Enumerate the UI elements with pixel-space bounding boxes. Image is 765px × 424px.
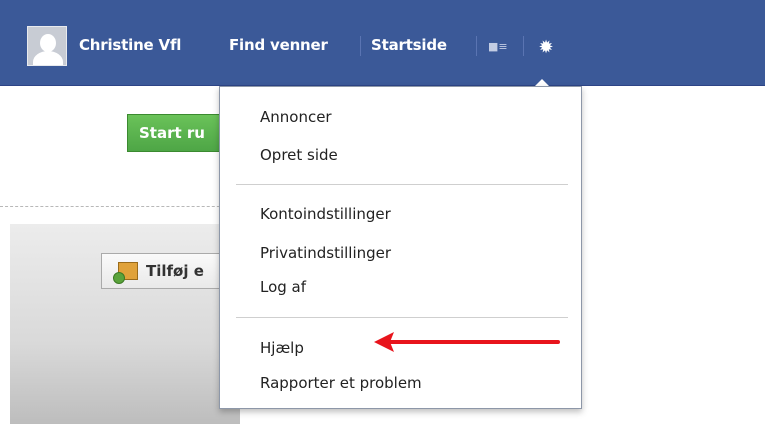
nav-find-friends[interactable]: Find venner: [229, 36, 328, 54]
menu-item-privatindstillinger[interactable]: Privatindstillinger: [260, 244, 391, 262]
account-dropdown-menu: Annoncer Opret side Kontoindstillinger P…: [219, 86, 582, 409]
add-button-label: Tilføj e: [146, 262, 204, 280]
avatar[interactable]: [27, 26, 67, 66]
menu-item-kontoindstillinger[interactable]: Kontoindstillinger: [260, 205, 391, 223]
top-navigation-bar: Christine Vfl Find venner Startside ■≡ ✹: [0, 0, 765, 86]
avatar-head: [40, 34, 56, 52]
avatar-body: [33, 51, 63, 65]
menu-separator: [236, 184, 568, 185]
menu-item-log-af[interactable]: Log af: [260, 278, 306, 296]
nav-separator: [523, 36, 524, 56]
friends-lists-icon[interactable]: ■≡: [488, 40, 508, 53]
menu-item-hjaelp[interactable]: Hjælp: [260, 339, 304, 357]
nav-user-name[interactable]: Christine Vfl: [79, 36, 181, 54]
gear-icon[interactable]: ✹: [531, 32, 561, 62]
dashed-divider: [0, 206, 240, 207]
menu-separator: [236, 317, 568, 318]
nav-home[interactable]: Startside: [371, 36, 447, 54]
menu-item-opret-side[interactable]: Opret side: [260, 146, 338, 164]
add-photo-icon: [113, 262, 138, 284]
nav-separator: [360, 36, 361, 56]
red-arrow-icon: [374, 332, 560, 352]
menu-item-annoncer[interactable]: Annoncer: [260, 108, 332, 126]
nav-separator: [476, 36, 477, 56]
menu-item-rapporter-et-problem[interactable]: Rapporter et problem: [260, 374, 422, 392]
